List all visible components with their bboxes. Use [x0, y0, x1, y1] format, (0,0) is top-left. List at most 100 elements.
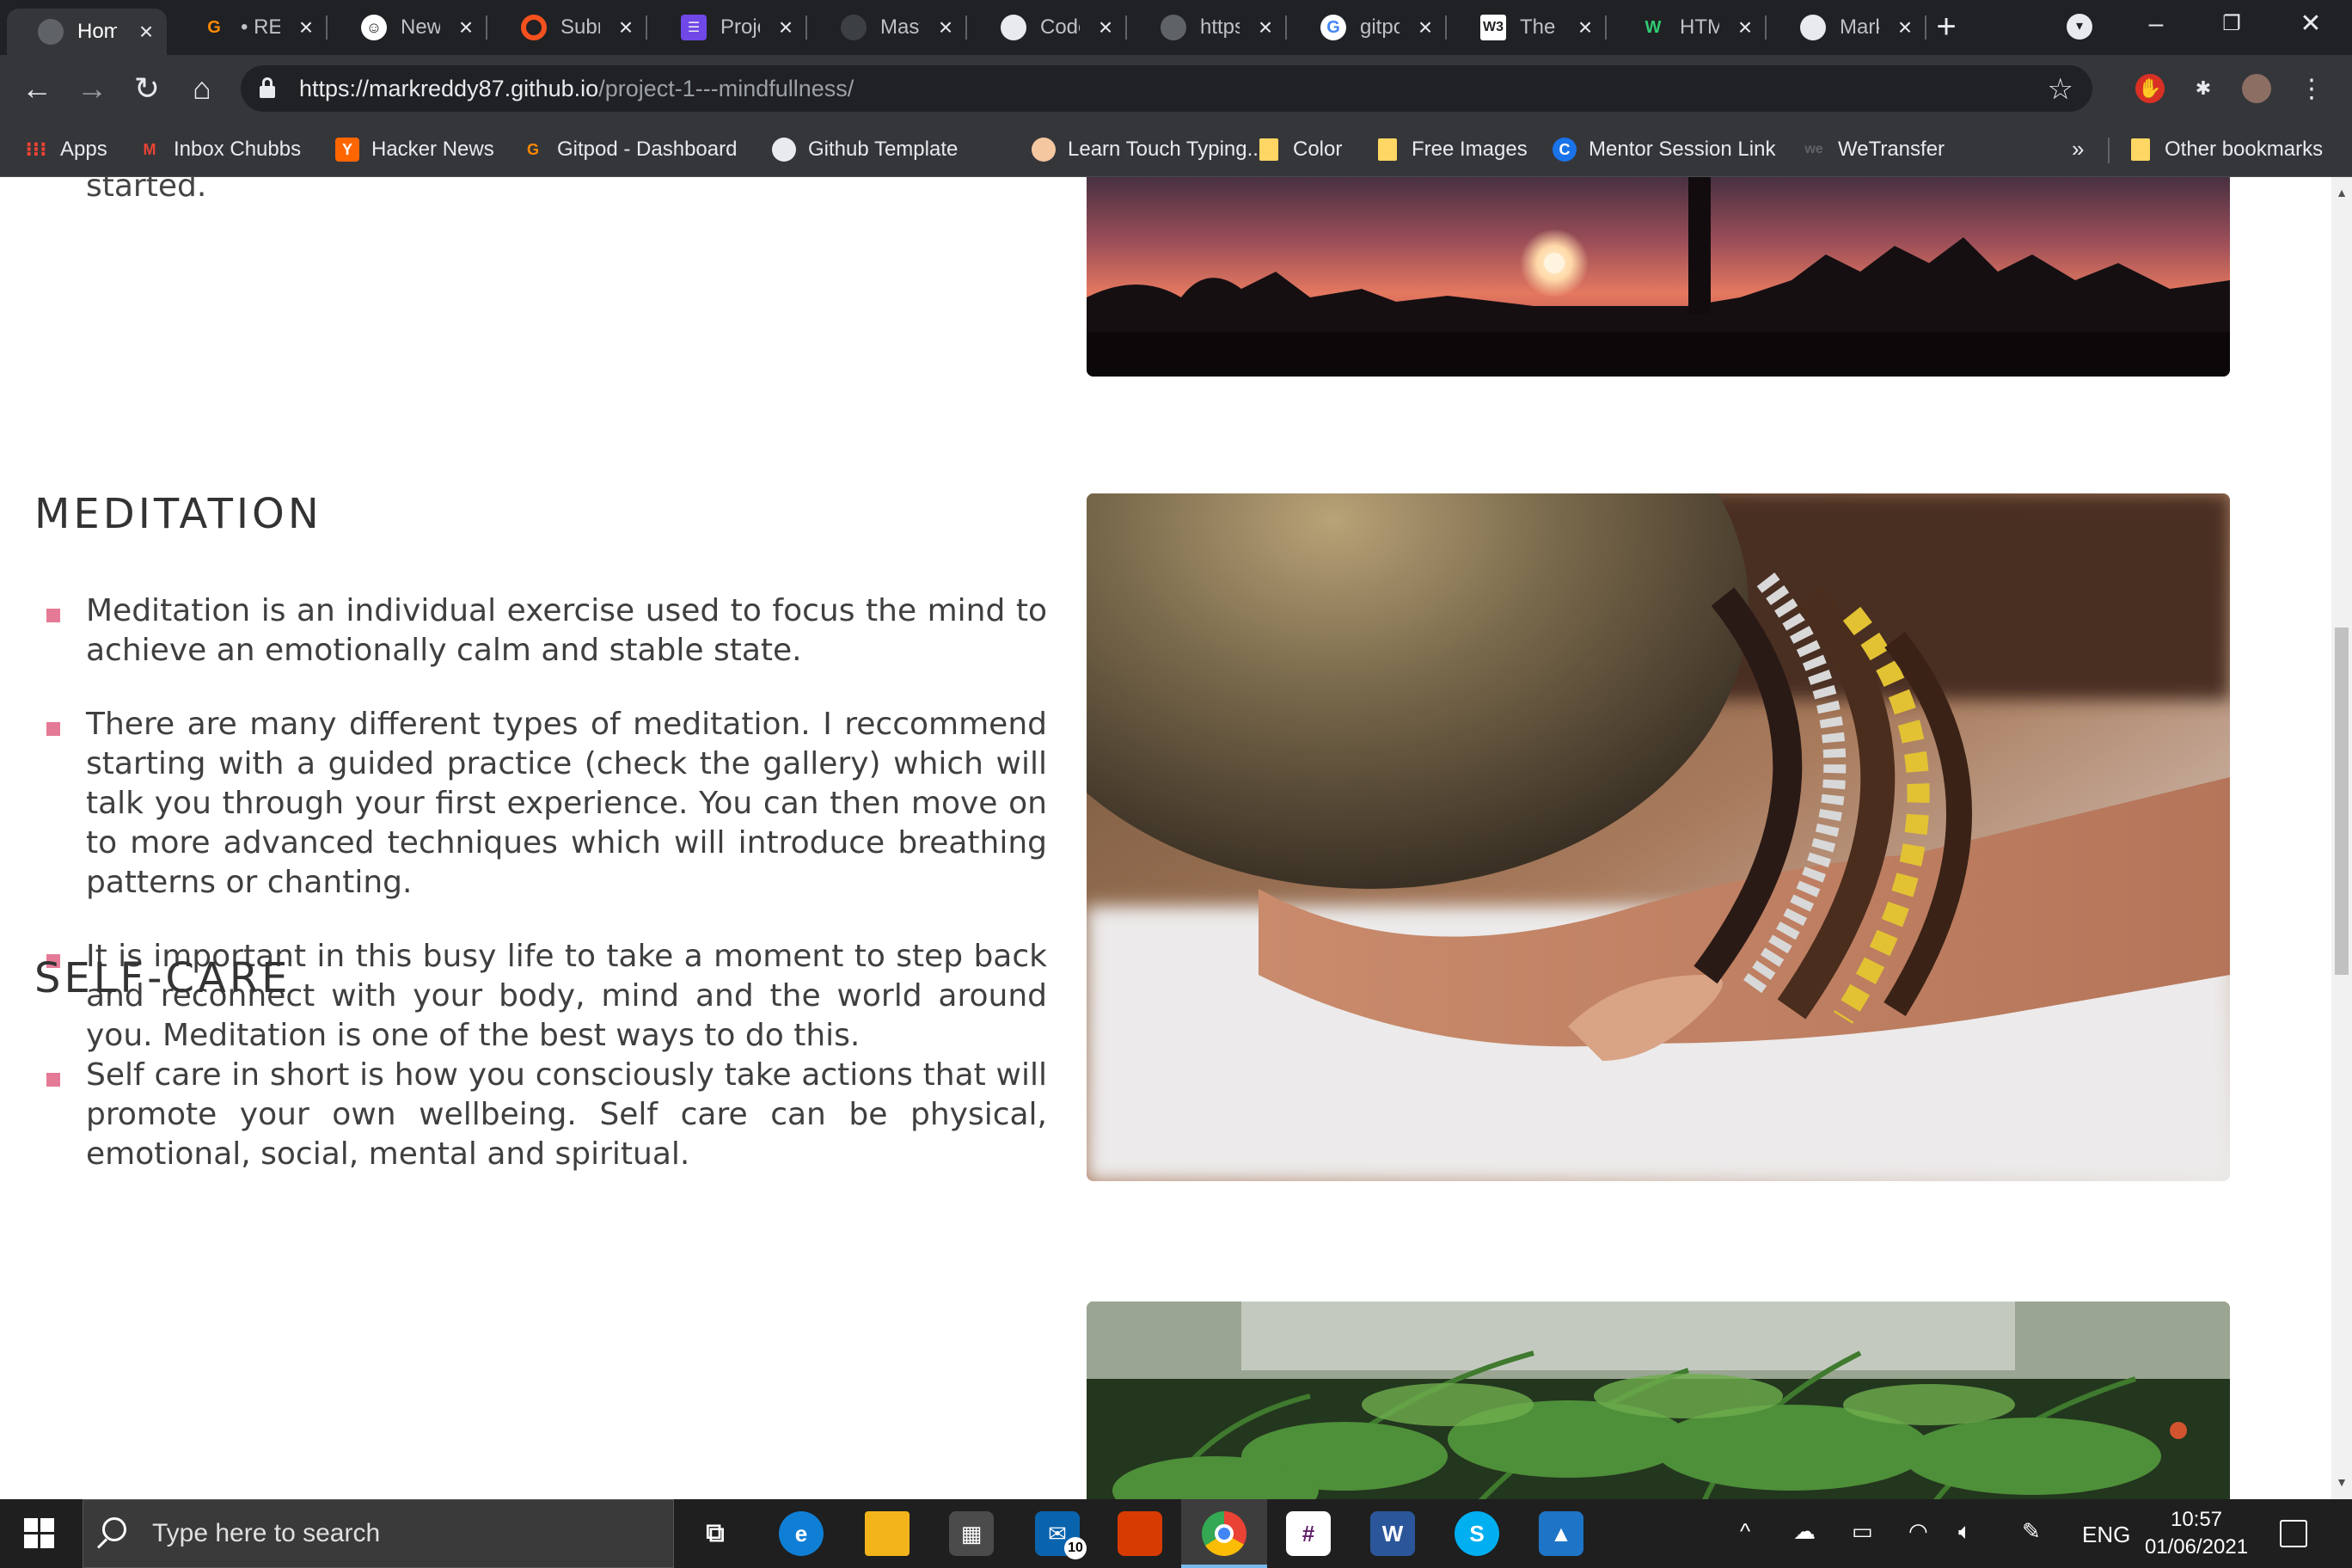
volume-icon[interactable]: 🔈︎ — [1958, 1518, 1972, 1546]
office-icon[interactable] — [1118, 1511, 1162, 1556]
close-tab-icon[interactable]: × — [1252, 14, 1279, 41]
page-scrollbar[interactable]: ▲ ▼ — [2331, 177, 2352, 1499]
scroll-down-arrow-icon[interactable]: ▼ — [2335, 1475, 2349, 1489]
bookmark-gitpod-dashboard[interactable]: G Gitpod - Dashboard — [521, 134, 737, 165]
word-icon[interactable]: W — [1370, 1511, 1415, 1556]
tab-title: Home — [77, 20, 117, 43]
tab-html[interactable]: W HTM × — [1606, 9, 1767, 46]
language-indicator[interactable]: ENG — [2082, 1522, 2130, 1548]
tab-title: https — [1200, 15, 1240, 39]
scroll-up-arrow-icon[interactable]: ▲ — [2335, 186, 2349, 199]
tab-code[interactable]: Code × — [966, 9, 1127, 46]
slack-icon[interactable]: # — [1286, 1511, 1331, 1556]
back-button[interactable]: ← — [17, 69, 57, 108]
battery-icon[interactable]: ▭ — [1852, 1518, 1873, 1545]
new-tab-button[interactable]: + — [1929, 9, 1963, 45]
file-explorer-icon[interactable] — [865, 1511, 910, 1556]
bookmark-github-template[interactable]: Github Template — [772, 134, 958, 165]
minimize-button[interactable]: – — [2135, 7, 2177, 41]
github-icon — [1800, 15, 1826, 40]
microsoft-store-icon[interactable]: ▦ — [949, 1511, 994, 1556]
tab-mark[interactable]: Mark × — [1766, 9, 1926, 46]
pen-icon[interactable]: ✎ — [2022, 1518, 2041, 1545]
restore-button[interactable]: ❐ — [2211, 7, 2252, 41]
bookmark-inbox-chubbs[interactable]: M Inbox Chubbs — [138, 134, 302, 165]
bookmark-apps[interactable]: ⁝⁝⁝ Apps — [24, 134, 107, 165]
close-tab-icon[interactable]: × — [1731, 14, 1759, 41]
reload-button[interactable]: ↻ — [127, 69, 167, 108]
bookmark-star-icon[interactable]: ☆ — [2048, 72, 2073, 107]
extension-icon[interactable]: ✋ — [2135, 74, 2165, 103]
close-tab-icon[interactable]: × — [292, 14, 320, 41]
folder-icon — [1257, 138, 1281, 162]
taskbar-clock[interactable]: 10:57 01/06/2021 — [2141, 1506, 2252, 1561]
tab-project[interactable]: ☰ Proje × — [646, 9, 807, 46]
close-tab-icon[interactable]: × — [612, 14, 640, 41]
google-icon: G — [1320, 15, 1346, 40]
close-tab-icon[interactable]: × — [1092, 14, 1119, 41]
bookmark-other-bookmarks[interactable]: Other bookmarks — [2128, 134, 2323, 165]
onedrive-cloud-icon[interactable]: ☁ — [1793, 1518, 1816, 1545]
bookmark-hacker-news[interactable]: Y Hacker News — [335, 134, 494, 165]
globe-icon — [38, 19, 64, 45]
avatar[interactable] — [2242, 74, 2271, 103]
circle-c-icon: C — [1553, 138, 1577, 162]
bullet-square-icon — [46, 722, 60, 736]
close-tab-icon[interactable]: × — [1571, 14, 1599, 41]
menu-kebab-icon[interactable]: ⋮ — [2297, 74, 2326, 103]
home-button[interactable]: ⌂ — [182, 69, 222, 108]
show-hidden-icons-icon[interactable]: ^ — [1740, 1518, 1750, 1545]
edge-browser-icon[interactable]: e — [779, 1511, 824, 1556]
section-title-meditation: MEDITATION — [34, 490, 322, 538]
tab-gitpod-search[interactable]: G gitpo × — [1286, 9, 1447, 46]
tab-submit[interactable]: Subm × — [487, 9, 647, 46]
chrome-icon[interactable] — [1202, 1511, 1246, 1556]
tab-w3schools[interactable]: W3 The V × — [1446, 9, 1607, 46]
close-tab-icon[interactable]: × — [452, 14, 480, 41]
w-icon: W — [1645, 17, 1662, 37]
close-tab-icon[interactable]: × — [132, 18, 160, 46]
close-tab-icon[interactable]: × — [1891, 14, 1919, 41]
close-tab-icon[interactable]: × — [932, 14, 959, 41]
skype-icon[interactable]: S — [1455, 1511, 1499, 1556]
tab-title: Code — [1040, 15, 1080, 39]
globe-icon — [1161, 15, 1186, 40]
tab-home[interactable]: Home × — [7, 9, 167, 55]
bookmark-mentor-session-link[interactable]: C Mentor Session Link — [1553, 134, 1775, 165]
tab-readme[interactable]: G • REA × — [167, 9, 328, 46]
address-bar[interactable]: https://markreddy87.github.io/project-1-… — [241, 65, 2092, 112]
gitpod-icon: G — [207, 17, 221, 37]
close-tab-icon[interactable]: × — [1412, 14, 1439, 41]
photos-icon[interactable]: ▲ — [1539, 1511, 1583, 1556]
mail-icon[interactable]: ✉ 10 — [1035, 1511, 1087, 1559]
gmail-icon: M — [143, 140, 156, 158]
tab-title: HTM — [1680, 15, 1719, 39]
forward-button[interactable]: → — [72, 69, 112, 108]
action-center-icon[interactable] — [2280, 1520, 2307, 1547]
tab-new[interactable]: ☺ New × — [327, 9, 487, 46]
tab-https[interactable]: https × — [1126, 9, 1287, 46]
bookmarks-bar: ⁝⁝⁝ Apps M Inbox Chubbs Y Hacker News G … — [0, 122, 2352, 177]
tab-search-icon[interactable]: ▾ — [2067, 14, 2092, 40]
bookmark-folder-color[interactable]: Color — [1257, 134, 1342, 165]
browser-toolbar: ← → ↻ ⌂ https://markreddy87.github.io/pr… — [0, 55, 2352, 122]
close-tab-icon[interactable]: × — [772, 14, 799, 41]
windows-start-icon[interactable] — [24, 1518, 55, 1549]
bullet-square-icon — [46, 1073, 60, 1087]
windows-taskbar: Type here to search ⧉ e ▦ ✉ 10 # W S ▲ ^… — [0, 1499, 2352, 1568]
close-window-button[interactable]: ✕ — [2290, 7, 2331, 41]
bookmark-wetransfer[interactable]: we WeTransfer — [1802, 134, 1945, 165]
bookmark-folder-free-images[interactable]: Free Images — [1375, 134, 1528, 165]
tab-title: Subm — [560, 15, 600, 39]
extensions-puzzle-icon[interactable]: ✱ — [2189, 74, 2218, 103]
lock-icon[interactable] — [260, 77, 275, 98]
wifi-icon[interactable]: ◠ — [1908, 1518, 1928, 1545]
url-text[interactable]: https://markreddy87.github.io/project-1-… — [299, 76, 854, 102]
scrollbar-thumb[interactable] — [2335, 628, 2349, 975]
task-view-icon[interactable]: ⧉ — [693, 1511, 738, 1556]
page-viewport: started. MEDITATION Meditation is an ind… — [0, 177, 2331, 1499]
taskbar-search-input[interactable]: Type here to search — [83, 1499, 674, 1568]
bookmark-learn-touch-typing[interactable]: Learn Touch Typing... — [1032, 134, 1265, 165]
tab-master[interactable]: Mast × — [806, 9, 967, 46]
bookmarks-overflow-button[interactable]: » — [2072, 136, 2084, 162]
